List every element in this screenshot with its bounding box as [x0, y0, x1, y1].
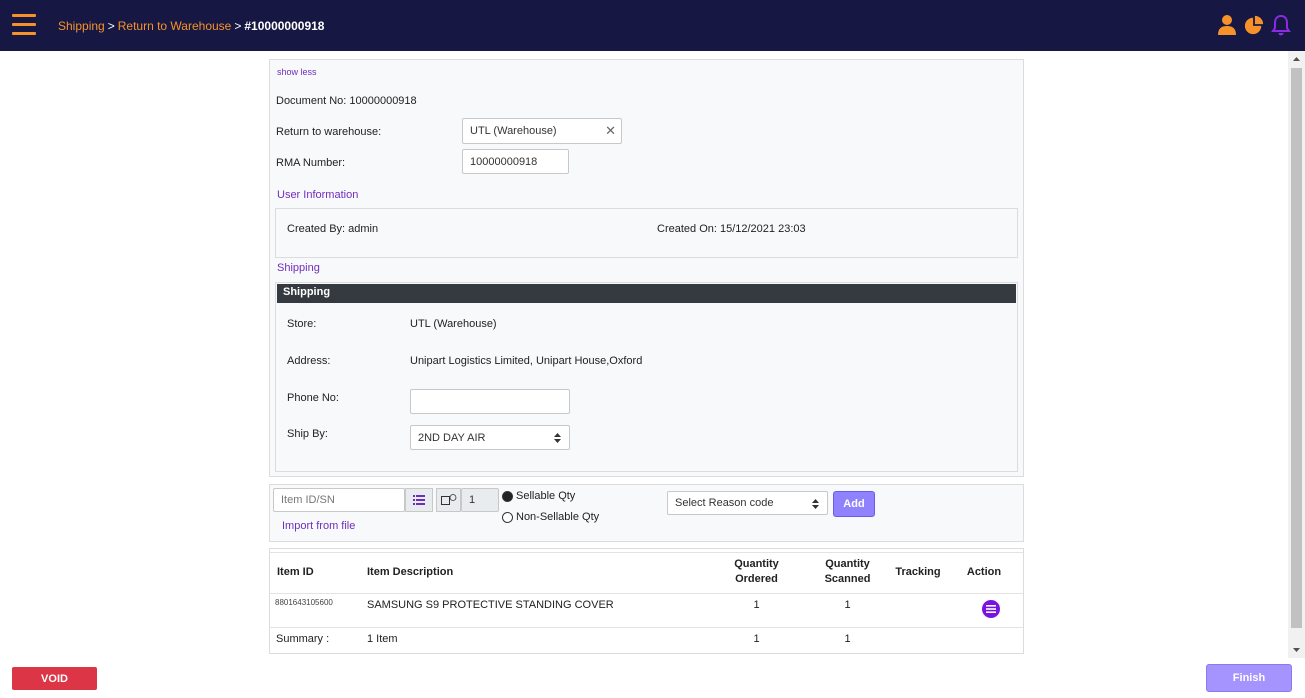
created-on: Created On: 15/12/2021 23:03 — [657, 223, 806, 235]
phone-label: Phone No: — [287, 392, 339, 404]
created-by: Created By: admin — [287, 223, 379, 235]
reason-code-placeholder: Select Reason code — [675, 497, 774, 509]
breadcrumb: Shipping > Return to Warehouse > #1000000091… — [58, 19, 324, 33]
breadcrumb-separator: > — [234, 19, 242, 33]
scroll-up-arrow-icon[interactable] — [1288, 51, 1305, 68]
sellable-qty-radio[interactable]: Sellable Qty — [502, 490, 575, 502]
non-sellable-qty-label: Non-Sellable Qty — [516, 511, 600, 523]
col-quantity-ordered: Quantity Ordered — [725, 557, 788, 587]
sellable-qty-label: Sellable Qty — [516, 490, 576, 502]
non-sellable-qty-radio[interactable]: Non-Sellable Qty — [502, 511, 599, 523]
row-qty-scanned: 1 — [844, 599, 851, 611]
ship-by-value: 2ND DAY AIR — [418, 431, 486, 444]
item-id-input[interactable]: Item ID/SN — [273, 488, 405, 512]
row-action-button[interactable] — [982, 600, 1000, 618]
list-icon — [413, 495, 425, 505]
pie-chart-icon[interactable] — [1244, 14, 1264, 36]
header-divider — [270, 593, 1023, 594]
ship-by-select[interactable]: 2ND DAY AIR — [410, 425, 570, 450]
col-item-id: Item ID — [277, 566, 314, 578]
store-value: UTL (Warehouse) — [410, 318, 497, 330]
add-button[interactable]: Add — [833, 491, 875, 517]
return-to-warehouse-label: Return to warehouse: — [276, 126, 382, 138]
serial-toggle-button[interactable] — [436, 488, 461, 512]
top-navigation-bar: Shipping > Return to Warehouse > #1000000091… — [0, 0, 1305, 51]
row-item-description: SAMSUNG S9 PROTECTIVE STANDING COVER — [367, 599, 614, 611]
rma-number-field[interactable]: 10000000918 — [462, 149, 569, 174]
chevron-updown-icon — [554, 433, 561, 443]
col-tracking: Tracking — [895, 566, 941, 578]
import-from-file-link[interactable]: Import from file — [282, 520, 355, 532]
menu-lines-icon — [986, 605, 996, 613]
reason-code-select[interactable]: Select Reason code — [667, 491, 828, 515]
row-divider — [270, 627, 1023, 628]
user-information-panel: Created By: admin Created On: 15/12/2021… — [275, 208, 1018, 258]
show-less-link[interactable]: show less — [277, 67, 317, 77]
clear-icon[interactable]: ✕ — [605, 123, 616, 139]
bell-icon[interactable] — [1271, 14, 1291, 36]
breadcrumb-shipping[interactable]: Shipping — [58, 19, 105, 33]
breadcrumb-current: #10000000918 — [244, 19, 325, 33]
address-label: Address: — [287, 355, 331, 367]
row-item-id: 8801643105600 — [275, 598, 333, 607]
table-top-border — [270, 552, 1023, 553]
document-number: Document No: 10000000918 — [276, 95, 417, 107]
col-quantity-ordered-line2: Ordered — [735, 573, 778, 585]
user-icon[interactable] — [1217, 14, 1237, 36]
rma-number-label: RMA Number: — [276, 157, 346, 169]
summary-label: Summary : — [276, 633, 330, 645]
chevron-updown-icon — [812, 499, 819, 509]
items-table: Item ID Item Description Quantity Ordere… — [269, 548, 1024, 654]
return-to-warehouse-value: UTL (Warehouse) — [470, 125, 557, 137]
breadcrumb-return-to-warehouse[interactable]: Return to Warehouse — [118, 19, 232, 33]
col-quantity-scanned-line2: Scanned — [824, 573, 871, 585]
vertical-scrollbar[interactable] — [1288, 51, 1305, 658]
summary-qty-ordered: 1 — [753, 633, 760, 645]
store-label: Store: — [287, 318, 317, 330]
summary-items: 1 Item — [367, 633, 398, 645]
rma-number-value: 10000000918 — [470, 155, 538, 168]
finish-button[interactable]: Finish — [1206, 664, 1292, 692]
radio-unchecked-icon — [502, 511, 513, 523]
item-list-button[interactable] — [405, 488, 433, 512]
checkbox-serial-icon — [440, 494, 456, 505]
quantity-input[interactable]: 1 — [461, 488, 499, 512]
radio-checked-icon — [502, 490, 513, 502]
col-action: Action — [966, 566, 1002, 578]
scrollbar-thumb[interactable] — [1291, 68, 1302, 628]
shipping-panel-header: Shipping — [277, 284, 1016, 303]
hamburger-menu-icon[interactable] — [12, 14, 36, 36]
add-item-bar: Item ID/SN 1 Import from file Sellable Q… — [269, 484, 1024, 542]
user-information-link[interactable]: User Information — [277, 189, 358, 201]
ship-by-label: Ship By: — [287, 428, 328, 440]
void-button[interactable]: VOID — [12, 667, 97, 690]
shipping-panel: Shipping Store: UTL (Warehouse) Address:… — [275, 282, 1018, 472]
col-quantity-scanned-line1: Quantity — [825, 558, 870, 570]
row-qty-ordered: 1 — [753, 599, 760, 611]
shipping-section-link[interactable]: Shipping — [277, 262, 320, 274]
address-value: Unipart Logistics Limited, Unipart House… — [410, 355, 643, 367]
phone-input[interactable] — [410, 389, 570, 414]
item-id-placeholder: Item ID/SN — [281, 494, 335, 506]
quantity-value: 1 — [469, 494, 476, 506]
col-quantity-scanned: Quantity Scanned — [816, 557, 879, 587]
summary-qty-scanned: 1 — [844, 633, 851, 645]
return-to-warehouse-select[interactable]: UTL (Warehouse) ✕ — [462, 118, 622, 144]
scroll-down-arrow-icon[interactable] — [1288, 641, 1305, 658]
breadcrumb-separator: > — [107, 19, 115, 33]
col-quantity-ordered-line1: Quantity — [734, 558, 779, 570]
document-details-card: show less Document No: 10000000918 Retur… — [269, 59, 1024, 477]
col-item-description: Item Description — [367, 566, 454, 578]
